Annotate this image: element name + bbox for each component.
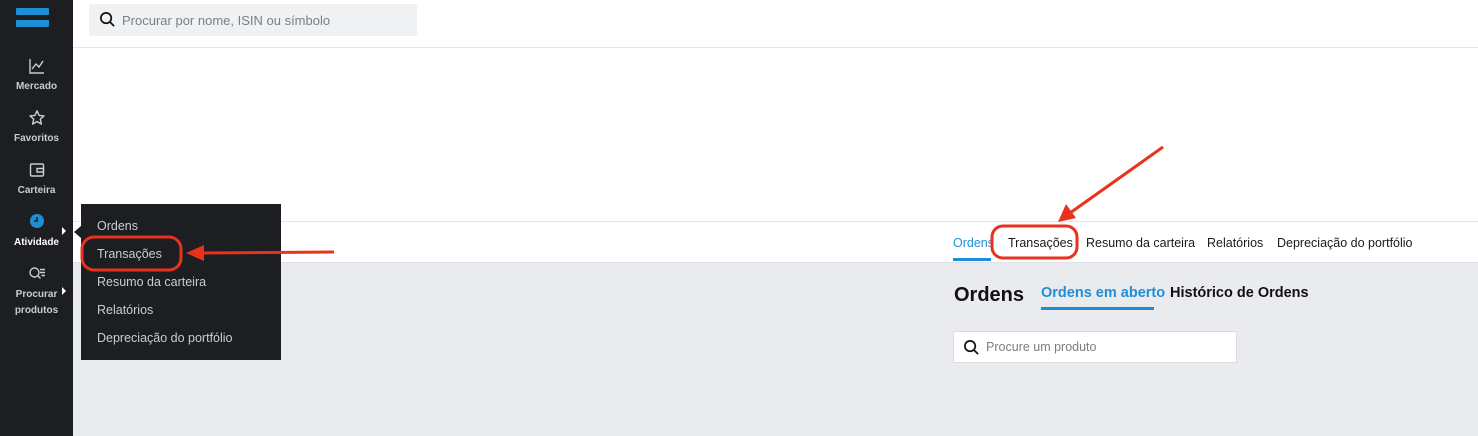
search-icon [100,12,115,27]
sidebar-item-label: Atividade [13,237,59,248]
sidebar-item-label: Favoritos [13,133,59,144]
sidebar-item-label: Mercado [15,81,58,92]
sidebar-item-favoritos[interactable]: Favoritos [0,109,73,147]
clock-icon [29,214,44,228]
sidebar-item-label: Carteira [17,185,56,196]
caret-right-icon [62,227,66,235]
star-icon [28,110,45,125]
flyout-item-depreciacao-do-portfolio[interactable]: Depreciação do portfólio [97,330,233,346]
empty-area [73,48,1478,222]
product-search[interactable] [953,331,1237,363]
tab-ordens[interactable]: Ordens [953,235,991,251]
flyout-pointer [74,226,81,238]
sidebar-item-carteira[interactable]: Carteira [0,161,73,199]
sidebar-item-mercado[interactable]: Mercado [0,57,73,95]
product-search-input[interactable] [986,332,1231,362]
search-input[interactable] [122,4,407,36]
sidebar: Mercado Favoritos Carteira Atividade Pro… [0,0,73,436]
top-bar [73,0,1478,48]
active-tab-indicator [953,258,991,261]
tab-relatorios[interactable]: Relatórios [1207,235,1263,251]
wallet-icon [29,163,44,177]
flyout-item-relatorios[interactable]: Relatórios [97,302,153,318]
chart-line-icon [28,59,44,74]
activity-tabs: Ordens Transações Resumo da carteira Rel… [73,223,1478,263]
menu-logo-icon[interactable] [16,8,49,30]
flyout-item-resumo-da-carteira[interactable]: Resumo da carteira [97,274,206,290]
flyout-item-transacoes[interactable]: Transações [97,246,162,262]
activity-flyout-menu: Ordens Transações Resumo da carteira Rel… [81,204,281,360]
tab-transacoes[interactable]: Transações [1008,235,1073,251]
tab-resumo-da-carteira[interactable]: Resumo da carteira [1086,235,1195,251]
subtab-ordens-em-aberto[interactable]: Ordens em aberto [1041,285,1165,301]
main-content: Ordens Ordens em aberto Histórico de Ord… [73,263,1478,436]
search-icon [964,340,979,355]
flyout-item-ordens[interactable]: Ordens [97,218,138,234]
search-list-icon [28,267,45,279]
page-title: Ordens [954,284,1025,306]
active-subtab-indicator [1041,307,1154,310]
global-search[interactable] [89,4,417,36]
tab-depreciacao-do-portfolio[interactable]: Depreciação do portfólio [1277,235,1413,251]
caret-right-icon [62,287,66,295]
subtab-historico-de-ordens[interactable]: Histórico de Ordens [1170,285,1309,301]
